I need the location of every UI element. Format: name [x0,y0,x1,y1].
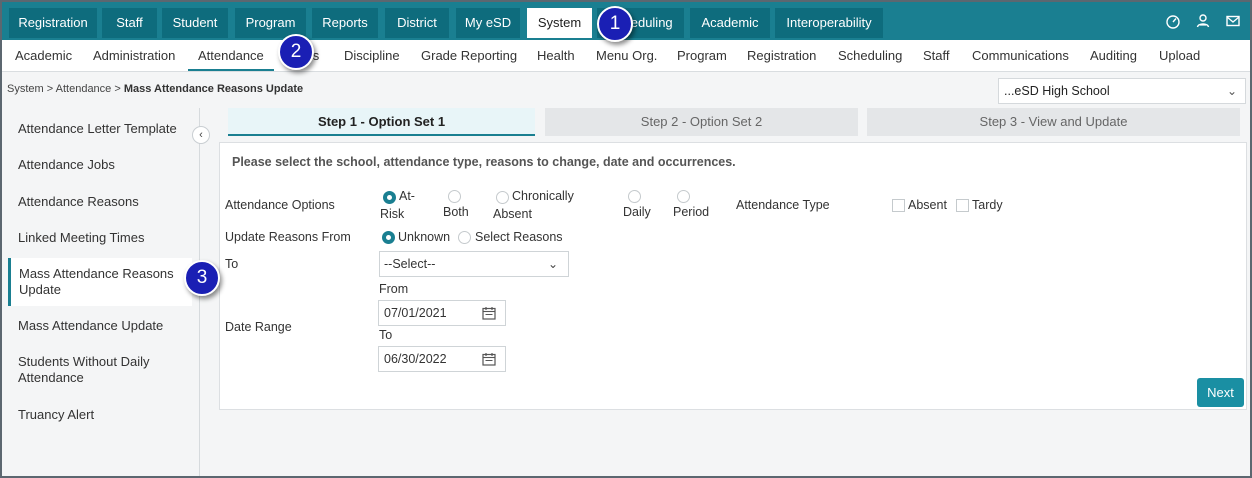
to-label: To [225,257,239,271]
step-3-tab[interactable]: Step 3 - View and Update [867,108,1240,136]
school-select[interactable]: ...eSD High School ⌄ [998,78,1246,104]
sub-tab-auditing[interactable]: Auditing [1090,40,1137,71]
calendar-icon[interactable] [482,306,496,320]
sub-tab-health[interactable]: Health [537,40,575,71]
sidebar: Attendance Letter Template Attendance Jo… [2,108,200,476]
date-to-input[interactable]: 06/30/2022 [378,346,506,372]
callout-3: 3 [184,260,220,296]
breadcrumb-bar: System > Attendance > Mass Attendance Re… [2,73,1250,107]
chevron-down-icon: ⌄ [547,257,558,271]
radio-unknown-label: Unknown [398,230,451,244]
top-tab-student[interactable]: Student [162,8,228,38]
step-2-tab[interactable]: Step 2 - Option Set 2 [545,108,858,136]
callout-2: 2 [278,34,314,70]
radio-at-risk[interactable] [383,191,396,204]
radio-both-label: Both [443,205,469,219]
date-from-value: 07/01/2021 [384,306,447,320]
breadcrumb-separator: > [46,83,54,95]
radio-select-reasons[interactable] [458,231,471,244]
sub-tab-grade-reporting[interactable]: Grade Reporting [421,40,517,71]
radio-chronically-absent[interactable] [496,191,509,204]
step-1-tab[interactable]: Step 1 - Option Set 1 [228,108,535,136]
date-to-label: To [379,328,393,342]
breadcrumb: System > Attendance > Mass Attendance Re… [7,83,303,95]
sub-tab-discipline[interactable]: Discipline [344,40,400,71]
attendance-options-label: Attendance Options [225,198,335,212]
sub-tab-attendance[interactable]: Attendance [188,40,274,71]
top-tab-system[interactable]: System [527,8,592,38]
chevron-down-icon: ⌄ [1226,84,1237,98]
sidebar-item-truancy-alert[interactable]: Truancy Alert [18,407,188,423]
sidebar-item-students-without-daily-attendance[interactable]: Students Without Daily Attendance [18,354,188,386]
radio-period-label: Period [673,205,710,219]
sub-tab-upload[interactable]: Upload [1159,40,1200,71]
next-button[interactable]: Next [1197,378,1244,407]
sub-tab-academic[interactable]: Academic [15,40,72,71]
sub-tab-scheduling[interactable]: Scheduling [838,40,902,71]
top-tab-interoperability[interactable]: Interoperability [775,8,883,38]
radio-chronically-absent-label-1: Chronically [512,189,574,203]
sidebar-item-attendance-reasons[interactable]: Attendance Reasons [18,194,188,210]
checkbox-tardy[interactable] [956,199,969,212]
attendance-type-label: Attendance Type [736,198,830,212]
sub-tab-program[interactable]: Program [677,40,727,71]
user-icon[interactable] [1195,13,1211,29]
checkbox-tardy-label: Tardy [972,198,1003,212]
form-instruction: Please select the school, attendance typ… [232,155,736,169]
breadcrumb-current: Mass Attendance Reasons Update [123,83,304,95]
top-tab-district[interactable]: District [385,8,449,38]
sub-tab-registration[interactable]: Registration [747,40,816,71]
top-tab-staff[interactable]: Staff [102,8,157,38]
mail-icon[interactable] [1225,13,1241,29]
top-tab-registration[interactable]: Registration [9,8,97,38]
to-select-value: --Select-- [384,257,436,271]
sidebar-item-attendance-jobs[interactable]: Attendance Jobs [18,157,188,173]
update-reasons-from-label: Update Reasons From [225,230,351,244]
sub-tab-staff[interactable]: Staff [923,40,950,71]
breadcrumb-item-system[interactable]: System [7,83,44,95]
sub-tab-administration[interactable]: Administration [93,40,175,71]
top-tab-reports[interactable]: Reports [312,8,378,38]
to-select[interactable]: --Select-- ⌄ [379,251,569,277]
sidebar-item-linked-meeting-times[interactable]: Linked Meeting Times [18,230,188,246]
callout-1: 1 [597,6,633,42]
sidebar-item-attendance-letter-template[interactable]: Attendance Letter Template [18,121,188,137]
date-to-value: 06/30/2022 [384,352,447,366]
date-from-input[interactable]: 07/01/2021 [378,300,506,326]
date-from-label: From [379,282,409,296]
app-frame: Registration Staff Student Program Repor… [0,0,1252,478]
radio-select-reasons-label: Select Reasons [475,230,563,244]
sidebar-item-mass-attendance-reasons-update[interactable]: Mass Attendance Reasons Update [8,258,192,306]
sub-tab-menu-org[interactable]: Menu Org. [596,40,657,71]
radio-chronically-absent-label-2: Absent [493,207,532,221]
checkbox-absent-label: Absent [908,198,947,212]
sub-tab-communications[interactable]: Communications [972,40,1069,71]
radio-daily[interactable] [628,190,641,203]
chevron-left-icon[interactable]: ‹ [192,126,210,144]
top-tab-academic[interactable]: Academic [690,8,770,38]
form-panel [219,142,1247,410]
breadcrumb-separator: > [114,83,121,95]
checkbox-absent[interactable] [892,199,905,212]
radio-both[interactable] [448,190,461,203]
sidebar-item-mass-attendance-update[interactable]: Mass Attendance Update [18,318,188,334]
radio-at-risk-label-1: At- [399,189,415,203]
date-range-label: Date Range [225,320,292,334]
radio-unknown[interactable] [382,231,395,244]
radio-period[interactable] [677,190,690,203]
radio-at-risk-label-2: Risk [380,207,405,221]
dashboard-icon[interactable] [1165,13,1181,29]
sub-nav: Academic Administration Attendance Rules… [2,40,1250,72]
top-tab-my-esd[interactable]: My eSD [456,8,520,38]
radio-daily-label: Daily [623,205,651,219]
breadcrumb-item-attendance[interactable]: Attendance [56,83,112,95]
school-select-value: ...eSD High School [1004,84,1110,98]
calendar-icon[interactable] [482,352,496,366]
